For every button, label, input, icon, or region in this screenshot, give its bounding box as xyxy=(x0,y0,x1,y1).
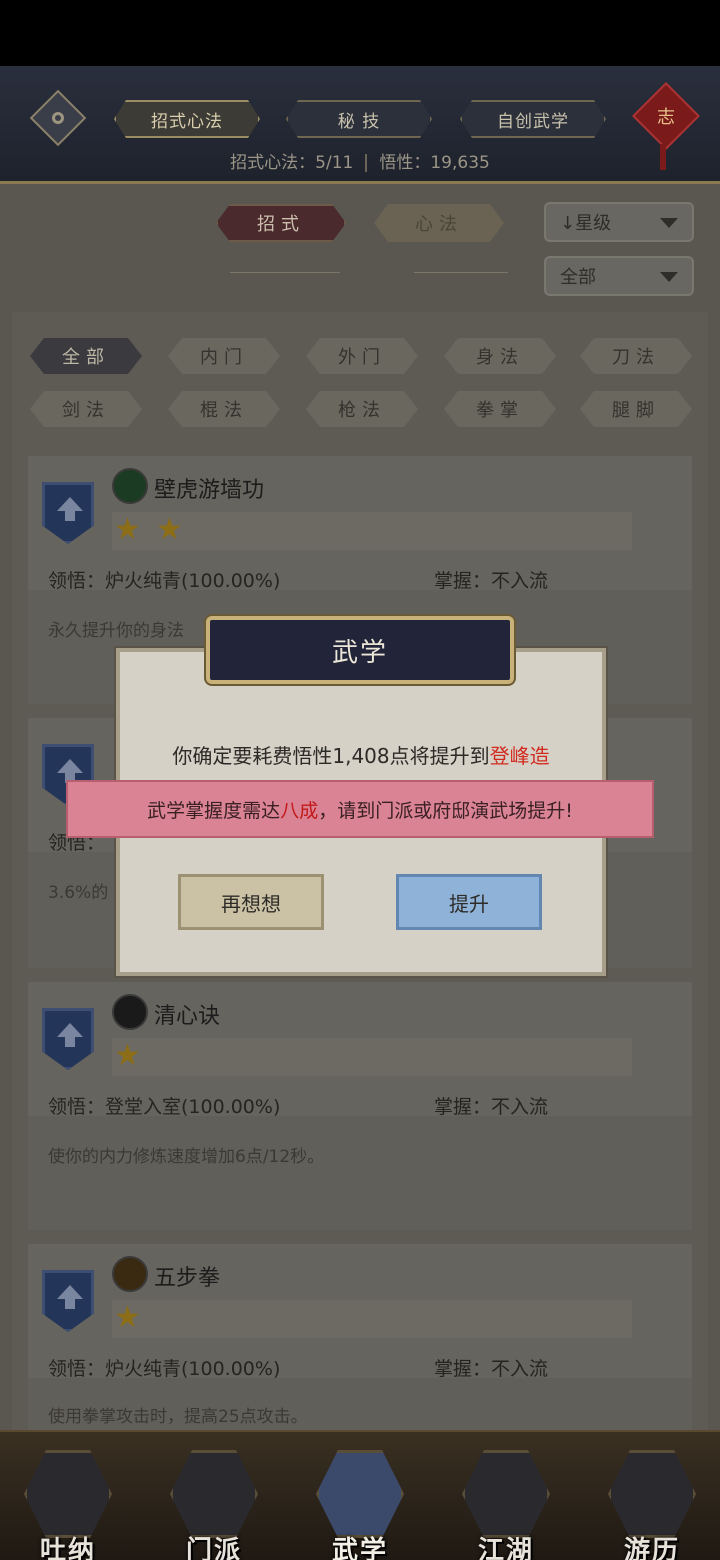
nav-label: 游历 xyxy=(623,1536,680,1560)
skill-mastery: 掌握：不入流 xyxy=(434,570,549,592)
dialog-message-highlight: 登峰造 xyxy=(489,744,550,768)
skill-mastery: 掌握：不入流 xyxy=(434,1096,549,1118)
divider xyxy=(230,272,340,273)
nav-breathing[interactable]: 吐纳 xyxy=(20,1450,116,1560)
skill-description: 永久提升你的身法 xyxy=(48,621,184,641)
toast-text: 武学掌握度需达 xyxy=(147,799,281,822)
nav-label: 武学 xyxy=(331,1536,388,1560)
tab-secret-skills[interactable]: 秘 技 xyxy=(286,100,432,138)
tab-moves[interactable]: 招式 xyxy=(216,204,346,242)
bottom-nav: 吐纳 门派 武学 江湖 游历 xyxy=(0,1430,720,1560)
nav-sect[interactable]: 门派 xyxy=(166,1450,262,1560)
star-bar: ★ xyxy=(112,1038,632,1076)
arrow-stem xyxy=(65,1297,75,1309)
banner-icon xyxy=(170,1450,258,1538)
sort-select[interactable]: ↓星级 xyxy=(544,202,694,242)
star-bar: ★ ★ xyxy=(112,512,632,550)
moves-count: 招式心法：5/11 xyxy=(230,153,354,173)
toast-highlight: 八成 xyxy=(280,799,319,822)
skill-description: 3.6%的 xyxy=(48,883,109,903)
dialog-message: 你确定要耗费悟性1,408点将提升到登峰造 xyxy=(116,740,606,769)
skill-card[interactable]: 五步拳 ★ 领悟：炉火纯青(100.00%) 掌握：不入流 使用拳掌攻击时，提高… xyxy=(28,1244,692,1430)
category-movement[interactable]: 身法 xyxy=(444,338,556,374)
knot-char: 志 xyxy=(657,107,675,128)
divider xyxy=(414,272,508,273)
stats-divider xyxy=(365,154,368,172)
category-spear[interactable]: 枪法 xyxy=(306,391,418,427)
skill-name: 壁虎游墙功 xyxy=(154,478,265,503)
category-inner[interactable]: 内门 xyxy=(168,338,280,374)
gecko-skill-icon xyxy=(112,468,148,504)
skill-description: 使你的内力修炼速度增加6点/12秒。 xyxy=(48,1147,325,1167)
dialog-title-plate: 武学 xyxy=(206,616,514,684)
skill-name: 清心诀 xyxy=(154,1004,221,1029)
scope-select-value: 全部 xyxy=(560,267,596,288)
skill-name: 五步拳 xyxy=(154,1266,221,1291)
confirm-upgrade-button[interactable]: 提升 xyxy=(396,874,542,930)
star-icon: ★ xyxy=(114,1300,141,1335)
tab-moves-methods[interactable]: 招式心法 xyxy=(114,100,260,138)
category-outer[interactable]: 外门 xyxy=(306,338,418,374)
nav-label: 门派 xyxy=(185,1536,242,1560)
category-leg[interactable]: 腿脚 xyxy=(580,391,692,427)
warning-toast: 武学掌握度需达 八成 ，请到门派或府邸演武场提升! xyxy=(66,780,654,838)
cancel-button[interactable]: 再想想 xyxy=(178,874,324,930)
arrow-stem xyxy=(65,1035,75,1047)
book-icon xyxy=(316,1450,404,1538)
nav-travel[interactable]: 游历 xyxy=(604,1450,700,1560)
nav-martial-arts[interactable]: 武学 xyxy=(312,1450,408,1560)
category-all[interactable]: 全部 xyxy=(30,338,142,374)
insight-value: 悟性：19,635 xyxy=(379,153,490,173)
nav-label: 江湖 xyxy=(477,1536,534,1560)
star-icon: ★ xyxy=(114,512,141,547)
yinyang-skill-icon xyxy=(112,994,148,1030)
tab-methods[interactable]: 心法 xyxy=(374,204,504,242)
chevron-down-icon xyxy=(660,272,678,282)
nav-label: 吐纳 xyxy=(39,1536,96,1560)
category-fist[interactable]: 拳掌 xyxy=(444,391,556,427)
skill-card[interactable]: 清心诀 ★ 领悟：登堂入室(100.00%) 掌握：不入流 使你的内力修炼速度增… xyxy=(28,982,692,1230)
skill-description: 使用拳掌攻击时，提高25点攻击。 xyxy=(48,1407,308,1427)
header-stats: 招式心法：5/11 悟性：19,635 xyxy=(0,148,720,173)
view-toggle-button[interactable] xyxy=(29,89,87,147)
chevron-down-icon xyxy=(660,218,678,228)
status-bar xyxy=(0,0,720,66)
scope-select[interactable]: 全部 xyxy=(544,256,694,296)
nav-jianghu[interactable]: 江湖 xyxy=(458,1450,554,1560)
meditation-icon xyxy=(24,1450,112,1538)
skill-comprehension: 领悟：炉火纯青(100.00%) xyxy=(48,570,281,592)
eye-icon xyxy=(52,112,64,124)
star-icon: ★ xyxy=(114,1038,141,1073)
star-icon: ★ xyxy=(156,512,183,547)
app-screen: 招式心法 秘 技 自创武学 志 招式心法：5/11 悟性：19,635 招式 心法… xyxy=(0,0,720,1560)
chinese-knot-button[interactable]: 志 xyxy=(632,82,700,150)
skill-comprehension: 领悟：炉火纯青(100.00%) xyxy=(48,1358,281,1380)
skill-comprehension: 领悟：登堂入室(100.00%) xyxy=(48,1096,281,1118)
skill-mastery: 掌握：不入流 xyxy=(434,1358,549,1380)
header: 招式心法 秘 技 自创武学 志 招式心法：5/11 悟性：19,635 xyxy=(0,66,720,184)
sort-select-value: ↓星级 xyxy=(560,213,612,234)
horse-icon xyxy=(608,1450,696,1538)
dialog-title: 武学 xyxy=(331,637,388,668)
tab-self-created[interactable]: 自创武学 xyxy=(460,100,606,138)
arrow-stem xyxy=(65,509,75,521)
category-staff[interactable]: 棍法 xyxy=(168,391,280,427)
star-bar: ★ xyxy=(112,1300,632,1338)
category-blade[interactable]: 刀法 xyxy=(580,338,692,374)
toast-text-suffix: ，请到门派或府邸演武场提升! xyxy=(318,799,573,822)
bamboo-hat-icon xyxy=(462,1450,550,1538)
fist-skill-icon xyxy=(112,1256,148,1292)
dialog-message-text: 你确定要耗费悟性1,408点将提升到 xyxy=(172,744,490,768)
category-sword[interactable]: 剑法 xyxy=(30,391,142,427)
